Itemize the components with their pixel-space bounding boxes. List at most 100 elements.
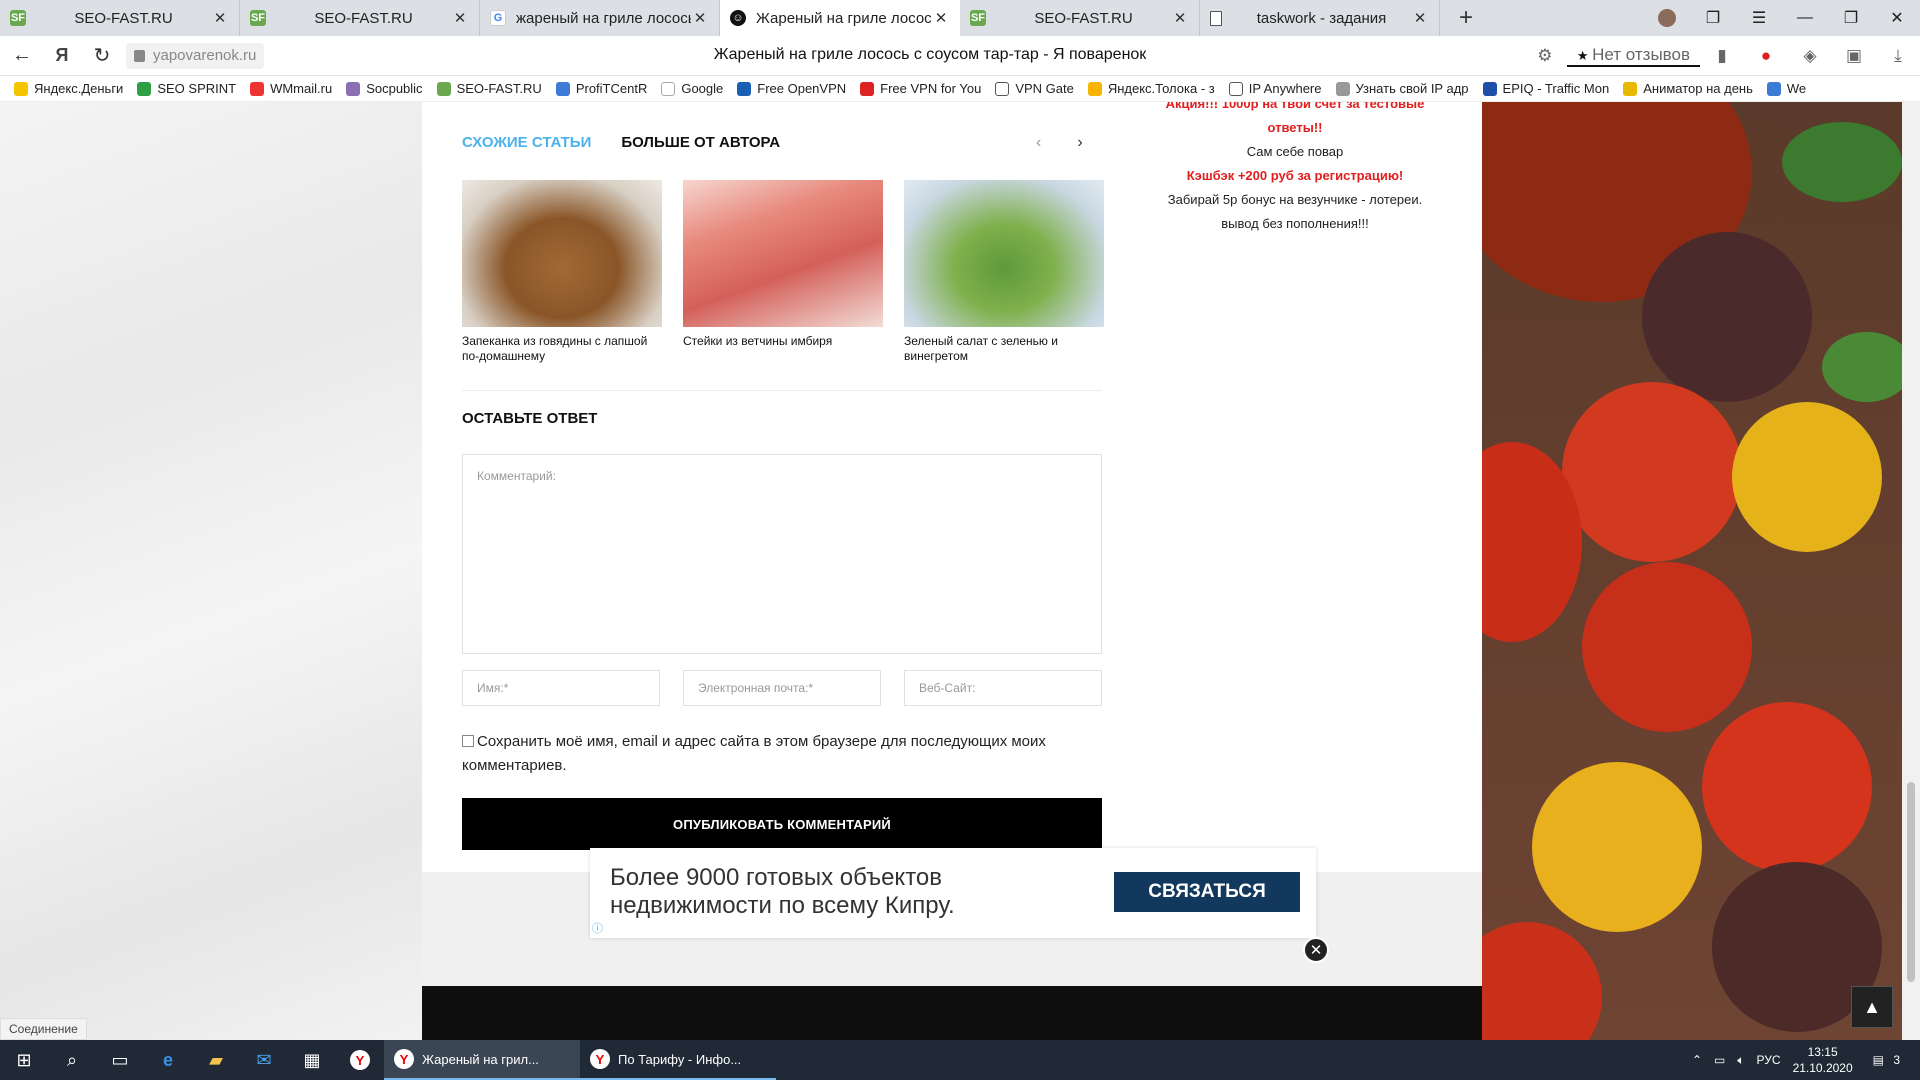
close-icon[interactable]: ✕ bbox=[691, 9, 709, 27]
card-caption[interactable]: Стейки из ветчины имбиря bbox=[683, 334, 883, 349]
close-icon[interactable]: ✕ bbox=[1411, 9, 1429, 27]
submit-comment-button[interactable]: ОПУБЛИКОВАТЬ КОММЕНТАРИЙ bbox=[462, 798, 1102, 850]
card-image[interactable] bbox=[904, 180, 1104, 327]
related-card[interactable]: Стейки из ветчины имбиря bbox=[683, 180, 883, 364]
bookmark-item[interactable]: Яндекс.Деньги bbox=[14, 81, 123, 96]
notifications-icon[interactable]: ▤ 3 bbox=[1859, 1053, 1920, 1067]
minimize-button[interactable]: — bbox=[1782, 9, 1828, 27]
store-icon[interactable]: ▦ bbox=[288, 1040, 336, 1080]
bookmark-item[interactable]: IP Anywhere bbox=[1228, 81, 1322, 96]
ad-contact-button[interactable]: СВЯЗАТЬСЯ bbox=[1114, 872, 1300, 912]
save-info-label[interactable]: Сохранить моё имя, email и адрес сайта в… bbox=[462, 733, 1046, 774]
scroll-to-top-button[interactable]: ▲ bbox=[1851, 986, 1893, 1028]
bookmark-item[interactable]: Google bbox=[661, 81, 723, 96]
maximize-button[interactable]: ❐ bbox=[1828, 8, 1874, 28]
bookmark-item[interactable]: Free VPN for You bbox=[860, 81, 981, 96]
chevron-right-icon[interactable]: › bbox=[1077, 134, 1082, 152]
network-icon[interactable]: ▭ bbox=[1708, 1053, 1731, 1067]
tab-google-search[interactable]: G жареный на гриле лосось с ✕ bbox=[480, 0, 720, 36]
bookmark-item[interactable]: We bbox=[1766, 81, 1806, 96]
translate-icon[interactable]: ⚙ bbox=[1523, 46, 1567, 66]
file-explorer-icon[interactable]: ▰ bbox=[192, 1040, 240, 1080]
card-image[interactable] bbox=[683, 180, 883, 327]
scrollbar-thumb[interactable] bbox=[1907, 782, 1915, 982]
download-icon[interactable]: ⤓ bbox=[1876, 46, 1920, 66]
save-info-checkbox[interactable] bbox=[462, 735, 474, 747]
related-card[interactable]: Зеленый салат с зеленью и винегретом bbox=[904, 180, 1104, 364]
related-card[interactable]: Запеканка из говядины с лапшой по-домашн… bbox=[462, 180, 662, 364]
name-field[interactable]: Имя:* bbox=[462, 670, 660, 706]
clock[interactable]: 13:15 21.10.2020 bbox=[1787, 1044, 1859, 1076]
promo-line[interactable]: Кэшбэк +200 руб за регистрацию! bbox=[1150, 164, 1440, 188]
avatar[interactable] bbox=[1658, 9, 1676, 27]
taskbar-app-tariff[interactable]: Y По Тарифу - Инфо... bbox=[580, 1040, 776, 1080]
bookmark-item[interactable]: ProfiTCentR bbox=[555, 81, 647, 96]
collections-icon[interactable]: ❐ bbox=[1690, 8, 1736, 28]
bookmark-item[interactable]: SEO SPRINT bbox=[137, 81, 236, 96]
close-window-button[interactable]: ✕ bbox=[1874, 8, 1920, 28]
bookmark-item[interactable]: Free OpenVPN bbox=[737, 81, 846, 96]
promo-line[interactable]: вывод без пополнения!!! bbox=[1150, 212, 1440, 236]
tab-seofast-2[interactable]: SF SEO-FAST.RU ✕ bbox=[240, 0, 480, 36]
reload-icon[interactable]: ↻ bbox=[84, 43, 120, 68]
close-icon[interactable]: ✕ bbox=[932, 9, 950, 27]
chevron-left-icon[interactable]: ‹ bbox=[1036, 134, 1041, 152]
card-image[interactable] bbox=[462, 180, 662, 327]
reviews-button[interactable]: ★ Нет отзывов bbox=[1566, 45, 1700, 67]
location-icon[interactable]: ● bbox=[1744, 46, 1788, 66]
bookmark-item[interactable]: Аниматор на день bbox=[1623, 81, 1753, 96]
ad-close-icon[interactable]: ✕ bbox=[1303, 937, 1329, 963]
ad-text[interactable]: Более 9000 готовых объектов недвижимости… bbox=[610, 864, 1030, 920]
edge-icon[interactable]: e bbox=[144, 1040, 192, 1080]
bookmark-item[interactable]: EPIQ - Traffic Mon bbox=[1482, 81, 1609, 96]
windows-start-icon[interactable]: ⊞ bbox=[0, 1040, 48, 1080]
volume-icon[interactable]: 🔈︎ bbox=[1731, 1053, 1750, 1068]
bookmark-label: Яндекс.Деньги bbox=[34, 81, 124, 96]
close-icon[interactable]: ✕ bbox=[1171, 9, 1189, 27]
bookmark-item[interactable]: Узнать свой IP адр bbox=[1335, 81, 1469, 96]
language-indicator[interactable]: РУС bbox=[1751, 1053, 1787, 1067]
close-icon[interactable]: ✕ bbox=[451, 9, 469, 27]
url-field[interactable]: yapovarenok.ru bbox=[126, 42, 265, 69]
card-caption[interactable]: Запеканка из говядины с лапшой по-домашн… bbox=[462, 334, 662, 364]
tab-title: SEO-FAST.RU bbox=[1034, 9, 1133, 27]
window-controls: ❐ ☰ — ❐ ✕ bbox=[1644, 0, 1920, 36]
yandex-browser-icon[interactable]: Y bbox=[336, 1040, 384, 1080]
email-field[interactable]: Электронная почта:* bbox=[683, 670, 881, 706]
promo-line[interactable]: Сам себе повар bbox=[1150, 140, 1440, 164]
tab-more-from-author[interactable]: БОЛЬШЕ ОТ АВТОРА bbox=[621, 134, 780, 151]
card-caption[interactable]: Зеленый салат с зеленью и винегретом bbox=[904, 334, 1104, 364]
website-field[interactable]: Веб-Сайт: bbox=[904, 670, 1102, 706]
taskbar-app-recipe[interactable]: Y Жареный на грил... bbox=[384, 1040, 580, 1080]
ad-info-icon[interactable]: ⓘ bbox=[592, 920, 603, 936]
tab-taskwork[interactable]: taskwork - задания ✕ bbox=[1200, 0, 1440, 36]
promo-line[interactable]: Акция!!! 1000р на твой счет за тестовые bbox=[1150, 102, 1440, 116]
bookmark-item[interactable]: SEO-FAST.RU bbox=[436, 81, 542, 96]
comment-textarea[interactable]: Комментарий: bbox=[462, 454, 1102, 654]
tab-active-recipe[interactable]: ☺ Жареный на гриле лосось с ✕ bbox=[720, 0, 960, 36]
tab-seofast-3[interactable]: SF SEO-FAST.RU ✕ bbox=[960, 0, 1200, 36]
shield-icon[interactable]: ◈ bbox=[1788, 46, 1832, 66]
chevron-up-icon[interactable]: ⌃ bbox=[1686, 1053, 1708, 1067]
new-tab-button[interactable]: + bbox=[1448, 0, 1484, 36]
promo-line[interactable]: Забирай 5р бонус на везунчике - лотереи. bbox=[1150, 188, 1440, 212]
yandex-logo-icon[interactable]: Я bbox=[44, 45, 80, 66]
ad-banner[interactable]: Более 9000 готовых объектов недвижимости… bbox=[590, 848, 1316, 938]
bookmark-item[interactable]: WMmail.ru bbox=[250, 81, 332, 96]
bookmark-item[interactable]: VPN Gate bbox=[995, 81, 1074, 96]
search-icon[interactable]: ⌕ bbox=[48, 1040, 96, 1080]
tab-similar-articles[interactable]: СХОЖИЕ СТАТЬИ bbox=[462, 134, 591, 151]
back-arrow-icon[interactable]: ← bbox=[4, 44, 40, 67]
task-view-icon[interactable]: ▭ bbox=[96, 1040, 144, 1080]
close-icon[interactable]: ✕ bbox=[211, 9, 229, 27]
promo-line[interactable]: ответы!! bbox=[1150, 116, 1440, 140]
mail-icon[interactable]: ✉ bbox=[240, 1040, 288, 1080]
tab-seofast-1[interactable]: SF SEO-FAST.RU ✕ bbox=[0, 0, 240, 36]
page-scrollbar[interactable] bbox=[1902, 102, 1920, 1040]
bookmark-icon[interactable]: ▮ bbox=[1700, 46, 1744, 66]
bookmark-item[interactable]: Яндекс.Толока - з bbox=[1087, 81, 1215, 96]
extensions-icon[interactable]: ▣ bbox=[1832, 46, 1876, 66]
menu-icon[interactable]: ☰ bbox=[1736, 8, 1782, 28]
bookmark-item[interactable]: Socpublic bbox=[346, 81, 423, 96]
food-background-image bbox=[1482, 102, 1902, 1040]
